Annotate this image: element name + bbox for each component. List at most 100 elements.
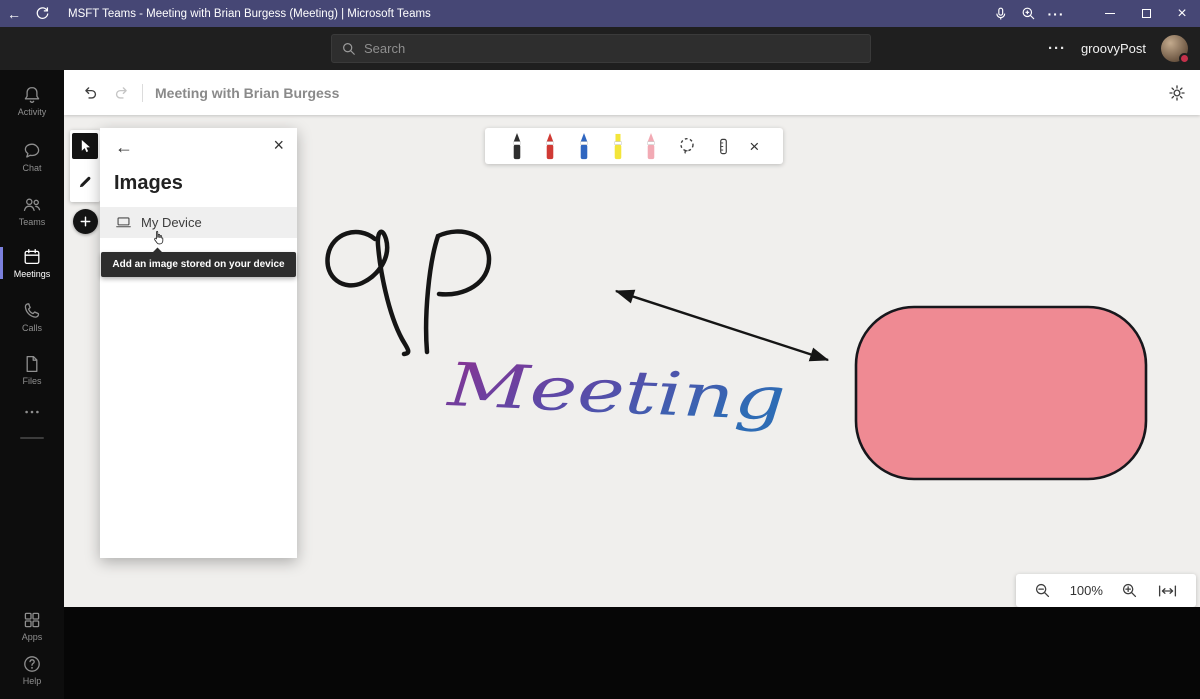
sidebar-item-label: Activity [18,107,47,117]
sidebar-item-teams[interactable]: Teams [0,190,64,232]
pen-tool-button[interactable] [72,168,98,196]
rounded-rectangle-shape[interactable] [856,307,1146,479]
window-title: MSFT Teams - Meeting with Brian Burgess … [68,8,431,20]
pink-pen-icon [643,132,659,161]
double-arrow[interactable] [616,291,828,360]
undo-button[interactable] [82,84,99,101]
yellow-highlighter-button[interactable] [610,132,626,161]
select-tool-button[interactable] [72,133,98,159]
sidebar-item-chat[interactable]: Chat [0,136,64,178]
magnifier-plus-icon [1121,582,1138,599]
redo-button[interactable] [113,84,130,101]
panel-back-button[interactable]: ← [115,138,133,156]
magnifier-minus-icon [1034,582,1051,599]
calendar-icon [22,247,42,267]
ruler-icon [715,137,732,156]
plus-icon [79,215,92,228]
back-button[interactable]: ← [0,0,28,27]
pen-toolbar-close-button[interactable]: × [749,138,759,155]
minimize-button[interactable] [1092,0,1128,27]
laptop-icon [115,214,132,231]
whiteboard-canvas[interactable]: gP Meeting ← × Images [64,115,1200,607]
black-pen-button[interactable] [509,132,525,161]
sidebar-item-files[interactable]: Files [0,349,64,391]
zoom-out-button[interactable] [1034,582,1051,599]
pen-icon [77,174,93,190]
undo-icon [82,84,99,101]
search-bar[interactable] [331,34,871,63]
sidebar-item-activity[interactable]: Activity [0,80,64,122]
sidebar-item-meetings[interactable]: Meetings [0,242,64,284]
help-icon [22,654,42,674]
sidebar-divider [20,437,44,439]
sidebar-item-label: Chat [22,163,41,173]
bell-icon [22,85,42,105]
board-title: Meeting with Brian Burgess [155,85,339,101]
mic-icon [993,6,1008,22]
zoom-level: 100% [1070,583,1103,598]
minimize-icon [1105,13,1115,14]
images-panel-title: Images [114,172,183,195]
search-icon [342,42,356,56]
gear-icon [1168,84,1186,102]
sidebar-item-help[interactable]: Help [0,649,64,691]
add-content-button[interactable] [73,209,98,234]
sidebar: Activity Chat Teams Meetings Calls Files [0,70,64,699]
sidebar-item-label: Meetings [14,269,51,279]
chat-icon [22,141,42,161]
search-input[interactable] [364,41,860,56]
handwriting-meeting[interactable]: Meeting [445,350,787,435]
apps-grid-icon [22,610,42,630]
file-icon [22,354,42,374]
lasso-icon [677,136,697,156]
tool-rail [70,130,100,202]
sidebar-more-button[interactable] [0,400,64,424]
phone-icon [22,301,42,321]
sidebar-item-label: Teams [19,217,46,227]
more-icon: ··· [1048,6,1065,22]
close-button[interactable]: × [1164,0,1200,27]
avatar[interactable] [1161,35,1188,62]
panel-close-button[interactable]: × [273,136,284,154]
mic-button[interactable] [986,0,1014,27]
refresh-button[interactable] [28,0,56,27]
account-name: groovyPost [1081,41,1146,56]
sidebar-item-calls[interactable]: Calls [0,296,64,338]
images-panel: ← × Images My Device Add an image stored… [100,128,297,558]
zoom-in-button[interactable] [1121,582,1138,599]
fit-to-width-button[interactable] [1157,583,1178,599]
header-more-button[interactable]: ··· [1048,40,1066,57]
tooltip: Add an image stored on your device [101,252,296,277]
status-dot [1179,53,1190,64]
tooltip-text: Add an image stored on your device [112,259,284,270]
ruler-button[interactable] [715,137,732,156]
lasso-select-button[interactable] [677,136,697,156]
fit-width-icon [1157,583,1178,599]
redo-icon [113,84,130,101]
zoom-in-titlebar-button[interactable] [1014,0,1042,27]
blue-pen-icon [576,132,592,161]
titlebar-more-button[interactable]: ··· [1042,0,1070,27]
red-pen-button[interactable] [542,132,558,161]
app-header: ··· groovyPost [0,27,1200,70]
my-device-label: My Device [141,215,202,230]
people-icon [22,195,42,215]
sidebar-item-apps[interactable]: Apps [0,605,64,647]
settings-button[interactable] [1168,84,1186,102]
blue-pen-button[interactable] [576,132,592,161]
teams-window: ← MSFT Teams - Meeting with Brian Burges… [0,0,1200,699]
pink-pen-button[interactable] [643,132,659,161]
header-divider [142,84,143,102]
maximize-button[interactable] [1128,0,1164,27]
red-pen-icon [542,132,558,161]
back-icon: ← [7,6,21,22]
pen-toolbar: × [485,128,783,164]
whiteboard-header: Meeting with Brian Burgess [64,70,1200,115]
handwriting-gp[interactable]: gP [327,232,489,354]
magnifier-plus-icon [1021,6,1036,21]
zoom-controls: 100% [1016,574,1196,607]
yellow-highlighter-icon [610,132,626,161]
sidebar-item-label: Calls [22,323,42,333]
maximize-icon [1142,9,1151,18]
my-device-item[interactable]: My Device [100,207,297,238]
